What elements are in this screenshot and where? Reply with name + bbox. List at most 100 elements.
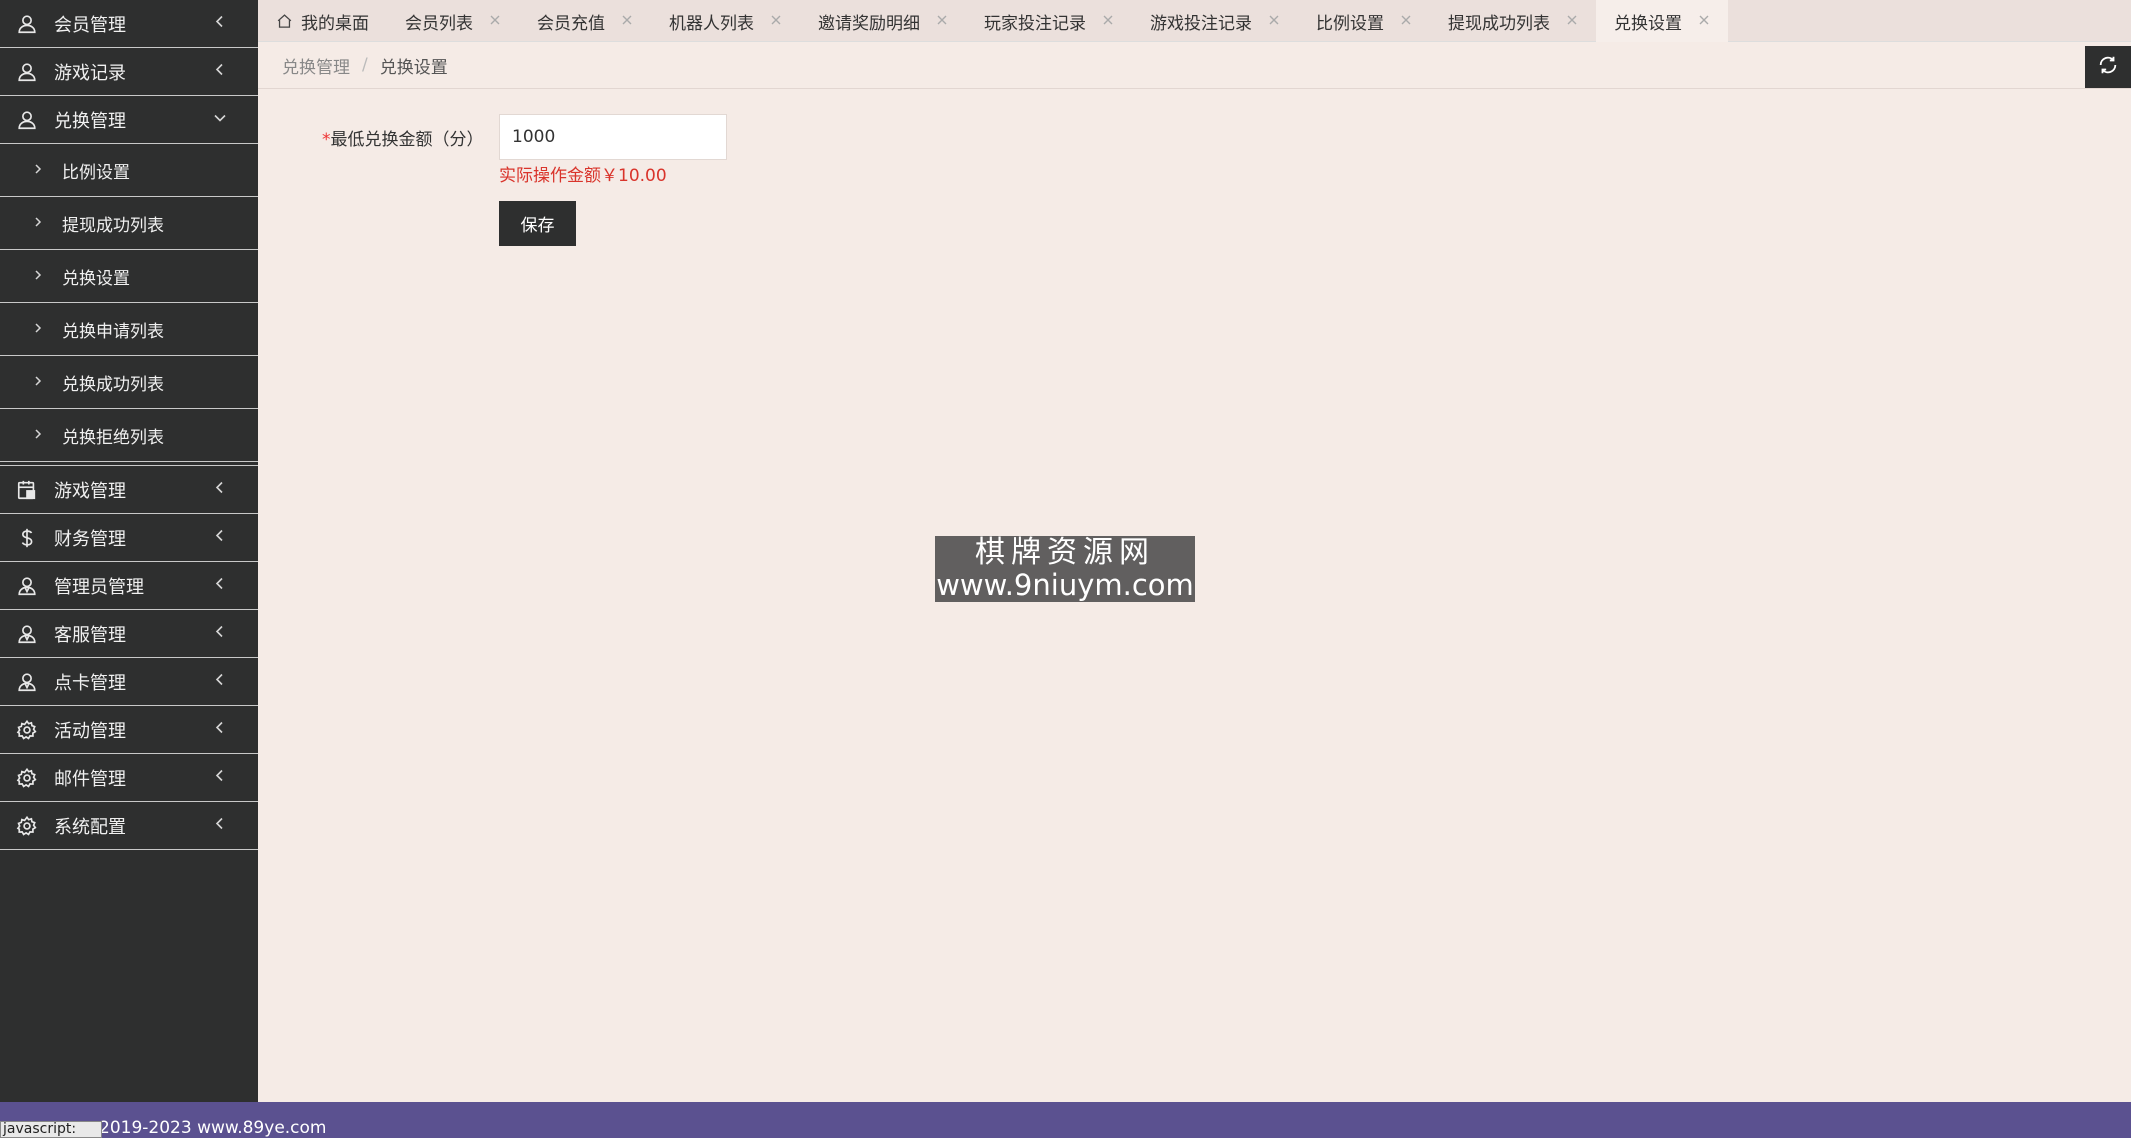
- sidebar-menu-item[interactable]: 兑换管理: [0, 96, 258, 144]
- close-icon[interactable]: [1268, 11, 1280, 31]
- amount-hint: 实际操作金额￥10.00: [499, 166, 667, 186]
- breadcrumb: 兑换管理 / 兑换设置: [258, 42, 2131, 89]
- tab[interactable]: 玩家投注记录: [966, 0, 1132, 42]
- tab[interactable]: 游戏投注记录: [1132, 0, 1298, 42]
- sidebar-submenu-label: 兑换申请列表: [62, 321, 164, 342]
- tab-label: 提现成功列表: [1448, 13, 1550, 34]
- close-icon[interactable]: [1102, 11, 1114, 31]
- sidebar-submenu-label: 兑换拒绝列表: [62, 427, 164, 448]
- min-amount-label-text: 最低兑换金额（分）: [330, 130, 484, 150]
- tab-label: 兑换设置: [1614, 13, 1682, 34]
- sidebar-submenu-item[interactable]: 提现成功列表: [0, 197, 258, 250]
- sidebar-submenu-item[interactable]: 兑换拒绝列表: [0, 409, 258, 462]
- sidebar-menu-label: 点卡管理: [54, 672, 126, 694]
- tab[interactable]: 我的桌面: [258, 0, 387, 42]
- calendar-icon: [14, 477, 40, 503]
- tab[interactable]: 邀请奖励明细: [800, 0, 966, 42]
- sidebar-menu-label: 系统配置: [54, 816, 126, 838]
- sidebar-submenu-item[interactable]: 兑换成功列表: [0, 356, 258, 409]
- breadcrumb-separator: /: [362, 55, 368, 75]
- chevron-left-icon: [212, 61, 228, 82]
- chevron-left-icon: [212, 767, 228, 788]
- footer: 2019-2023 www.89ye.com javascript:: [0, 1102, 2131, 1138]
- tab[interactable]: 会员列表: [387, 0, 519, 42]
- tab-label: 会员充值: [537, 13, 605, 34]
- sidebar-menu-label: 客服管理: [54, 624, 126, 646]
- sidebar-menu-label: 会员管理: [54, 14, 126, 36]
- tab-label: 邀请奖励明细: [818, 13, 920, 34]
- sidebar-submenu-label: 兑换设置: [62, 268, 130, 289]
- watermark-line2: www.9niuym.com: [936, 568, 1194, 602]
- breadcrumb-current: 兑换设置: [379, 57, 448, 78]
- sidebar-submenu-item[interactable]: 兑换申请列表: [0, 303, 258, 356]
- sidebar-submenu-label: 兑换成功列表: [62, 374, 164, 395]
- min-amount-input[interactable]: [499, 114, 727, 160]
- footer-copyright: 2019-2023 www.89ye.com: [99, 1118, 327, 1138]
- chevron-right-icon: [32, 426, 44, 444]
- breadcrumb-parent[interactable]: 兑换管理: [282, 53, 350, 78]
- close-icon[interactable]: [621, 11, 633, 31]
- user-icon: [14, 59, 40, 85]
- sidebar-menu-item[interactable]: 点卡管理: [0, 658, 258, 706]
- tab-label: 游戏投注记录: [1150, 13, 1252, 34]
- close-icon[interactable]: [1698, 11, 1710, 31]
- tab-label: 玩家投注记录: [984, 13, 1086, 34]
- sidebar: 会员管理游戏记录兑换管理 比例设置提现成功列表 兑换设置兑换申请列表 兑换成功列表兑…: [0, 0, 258, 1102]
- sidebar-menu-label: 游戏记录: [54, 62, 126, 84]
- sidebar-submenu-item[interactable]: 比例设置: [0, 144, 258, 197]
- sidebar-menu-label: 财务管理: [54, 528, 126, 550]
- user-icon: [14, 11, 40, 37]
- close-icon[interactable]: [1566, 11, 1578, 31]
- admin-icon: [14, 621, 40, 647]
- chevron-left-icon: [212, 479, 228, 500]
- gear-icon: [14, 813, 40, 839]
- tab[interactable]: 比例设置: [1298, 0, 1430, 42]
- dollar-icon: [14, 525, 40, 551]
- sidebar-menu-item[interactable]: 邮件管理: [0, 754, 258, 802]
- tab[interactable]: 提现成功列表: [1430, 0, 1596, 42]
- sidebar-menu-item[interactable]: 客服管理: [0, 610, 258, 658]
- sidebar-menu-item[interactable]: 管理员管理: [0, 562, 258, 610]
- tab[interactable]: 机器人列表: [651, 0, 800, 42]
- sidebar-menu-label: 兑换管理: [54, 110, 126, 132]
- close-icon[interactable]: [1400, 11, 1412, 31]
- admin-icon: [14, 669, 40, 695]
- chevron-left-icon: [212, 575, 228, 596]
- chevron-right-icon: [32, 320, 44, 338]
- status-badge: javascript:: [0, 1121, 102, 1138]
- tab[interactable]: 会员充值: [519, 0, 651, 42]
- sidebar-menu-item[interactable]: 财务管理: [0, 514, 258, 562]
- close-icon[interactable]: [489, 11, 501, 31]
- sidebar-menu-item[interactable]: 游戏管理: [0, 466, 258, 514]
- sidebar-menu-label: 活动管理: [54, 720, 126, 742]
- sidebar-submenu-item[interactable]: 兑换设置: [0, 250, 258, 303]
- sidebar-menu-label: 游戏管理: [54, 480, 126, 502]
- chevron-left-icon: [212, 527, 228, 548]
- close-icon[interactable]: [770, 11, 782, 31]
- refresh-button[interactable]: [2085, 46, 2131, 88]
- chevron-left-icon: [212, 815, 228, 836]
- tab[interactable]: 兑换设置: [1596, 0, 1728, 42]
- close-icon[interactable]: [936, 11, 948, 31]
- gear-icon: [14, 717, 40, 743]
- sidebar-menu-item[interactable]: 游戏记录: [0, 48, 258, 96]
- sidebar-menu-item[interactable]: 会员管理: [0, 0, 258, 48]
- gear-icon: [14, 765, 40, 791]
- tab-label: 机器人列表: [669, 13, 754, 34]
- chevron-left-icon: [212, 623, 228, 644]
- chevron-right-icon: [32, 373, 44, 391]
- sidebar-submenu-label: 提现成功列表: [62, 215, 164, 236]
- sidebar-menu-item[interactable]: 系统配置: [0, 802, 258, 850]
- required-mark: *: [322, 130, 331, 150]
- tab-label: 我的桌面: [301, 13, 369, 34]
- sidebar-menu-item[interactable]: 活动管理: [0, 706, 258, 754]
- sidebar-submenu-label: 比例设置: [62, 162, 130, 183]
- refresh-icon: [2097, 54, 2119, 81]
- chevron-right-icon: [32, 214, 44, 232]
- tab-label: 比例设置: [1316, 13, 1384, 34]
- home-icon: [276, 13, 293, 30]
- chevron-right-icon: [32, 267, 44, 285]
- chevron-left-icon: [212, 671, 228, 692]
- save-button[interactable]: 保存: [499, 201, 576, 246]
- user-icon: [14, 107, 40, 133]
